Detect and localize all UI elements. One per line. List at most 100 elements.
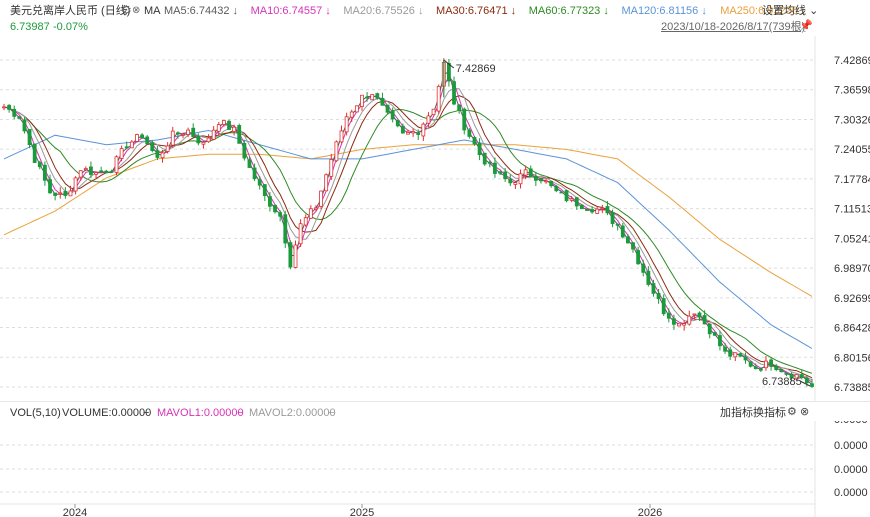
gear-icon[interactable]: ⚙ (121, 3, 132, 17)
candle-body (201, 141, 206, 145)
candle-body (17, 116, 22, 119)
candle-body (549, 181, 554, 187)
candle-body (436, 85, 441, 112)
candle-body (94, 172, 98, 175)
vol-tick-label: 0.0000 (834, 487, 868, 499)
candle-body (579, 204, 584, 210)
candle-body (738, 353, 743, 357)
ma-value-3: MA30:6.76471 ↓ (436, 5, 517, 17)
candle-body (758, 368, 763, 371)
candle-body (349, 111, 354, 118)
candle-body (426, 115, 431, 124)
y-tick-label: 7.17784 (834, 174, 870, 186)
candle-body (625, 236, 630, 244)
candle-body (656, 292, 661, 300)
vol-tick-label: 0.0000 (834, 421, 868, 426)
vol-tick-label: 0.0000 (834, 440, 868, 452)
candle-body (533, 175, 538, 181)
y-tick-label: 7.05241 (834, 233, 870, 245)
candle-body (784, 373, 789, 375)
candle-body (252, 167, 257, 180)
candle-body (303, 217, 308, 226)
candle-body (697, 312, 702, 318)
candle-body (170, 130, 175, 146)
candle-body (319, 190, 323, 207)
candle-body (124, 146, 129, 149)
candle-body (447, 62, 451, 82)
candle-body (508, 178, 513, 184)
candle-body (375, 93, 380, 99)
candle-body (682, 323, 687, 326)
candle-body (329, 159, 334, 177)
candle-body (620, 225, 625, 238)
candle-body (181, 133, 185, 136)
candle-body (590, 209, 595, 213)
candle-body (339, 130, 344, 143)
candle-body (452, 81, 456, 105)
candle-body (462, 108, 467, 131)
ma250-line (3, 144, 813, 297)
candle-body (99, 170, 104, 173)
close-icon[interactable]: ⊗ (132, 4, 140, 18)
close-icon[interactable]: ⊗ (800, 405, 809, 419)
candle-body (334, 141, 339, 162)
candle-body (810, 383, 814, 387)
candle-body (32, 143, 37, 163)
candle-body (467, 129, 472, 137)
price-chart[interactable]: 7.42869 7.36598 7.30326 7.24055 7.17784 7.115… (0, 36, 870, 401)
candle-body (262, 184, 267, 196)
add-indicator-button[interactable]: 加指标 (720, 406, 753, 420)
candle-body (779, 369, 784, 373)
mavol1-dash: − (237, 407, 244, 419)
ma-settings-button[interactable]: 设置均线 ⌄ (762, 4, 818, 18)
candle-body (288, 242, 293, 268)
candle-body (743, 356, 748, 361)
candle-body (416, 132, 421, 135)
x-tick-label: 2025 (350, 507, 374, 517)
price-change: -0.07% (53, 21, 88, 33)
candle-body (354, 105, 359, 113)
candle-body (539, 178, 543, 182)
candle-body (605, 206, 610, 214)
candle-body (569, 198, 574, 201)
candle-body (493, 162, 497, 174)
candle-body (308, 208, 313, 219)
candle-body (227, 120, 231, 130)
candle-body (140, 134, 144, 139)
y-tick-label: 7.30326 (834, 114, 870, 126)
settings-icon[interactable]: ⚙ (787, 405, 797, 419)
candle-body (314, 207, 318, 210)
candle-body (160, 152, 165, 159)
indicator-name: MA (144, 5, 161, 17)
candle-body (574, 197, 579, 207)
candle-body (283, 214, 288, 244)
candle-body (600, 207, 605, 210)
candle-body (232, 126, 237, 132)
candle-body (498, 171, 502, 174)
pin-icon[interactable]: 📌 (799, 19, 813, 33)
switch-indicator-button[interactable]: 换指标 (753, 406, 786, 420)
candle-body (406, 132, 410, 135)
candle-body (636, 250, 641, 265)
candle-body (129, 141, 134, 149)
candle-body (411, 131, 416, 134)
candle-body (216, 124, 221, 132)
candle-body (513, 182, 518, 185)
candle-body (53, 192, 58, 196)
candle-body (273, 204, 277, 213)
candle-body (360, 94, 364, 107)
candle-body (109, 171, 114, 173)
candle-body (477, 143, 482, 156)
candle-body (344, 116, 349, 133)
candle-body (58, 192, 63, 195)
candle-body (221, 120, 226, 125)
date-range[interactable]: 2023/10/18-2026/8/17(739根) (661, 20, 805, 34)
candle-body (298, 223, 303, 245)
candle-body (661, 298, 666, 315)
candle-body (211, 129, 216, 140)
volume-chart: 0.0000 0.0000 0.0000 0.0000 2024 2025 2026 (0, 421, 868, 517)
volume-dash: − (143, 407, 150, 419)
candle-body (145, 136, 150, 145)
candle-body (395, 120, 400, 127)
candle-body (385, 104, 390, 113)
